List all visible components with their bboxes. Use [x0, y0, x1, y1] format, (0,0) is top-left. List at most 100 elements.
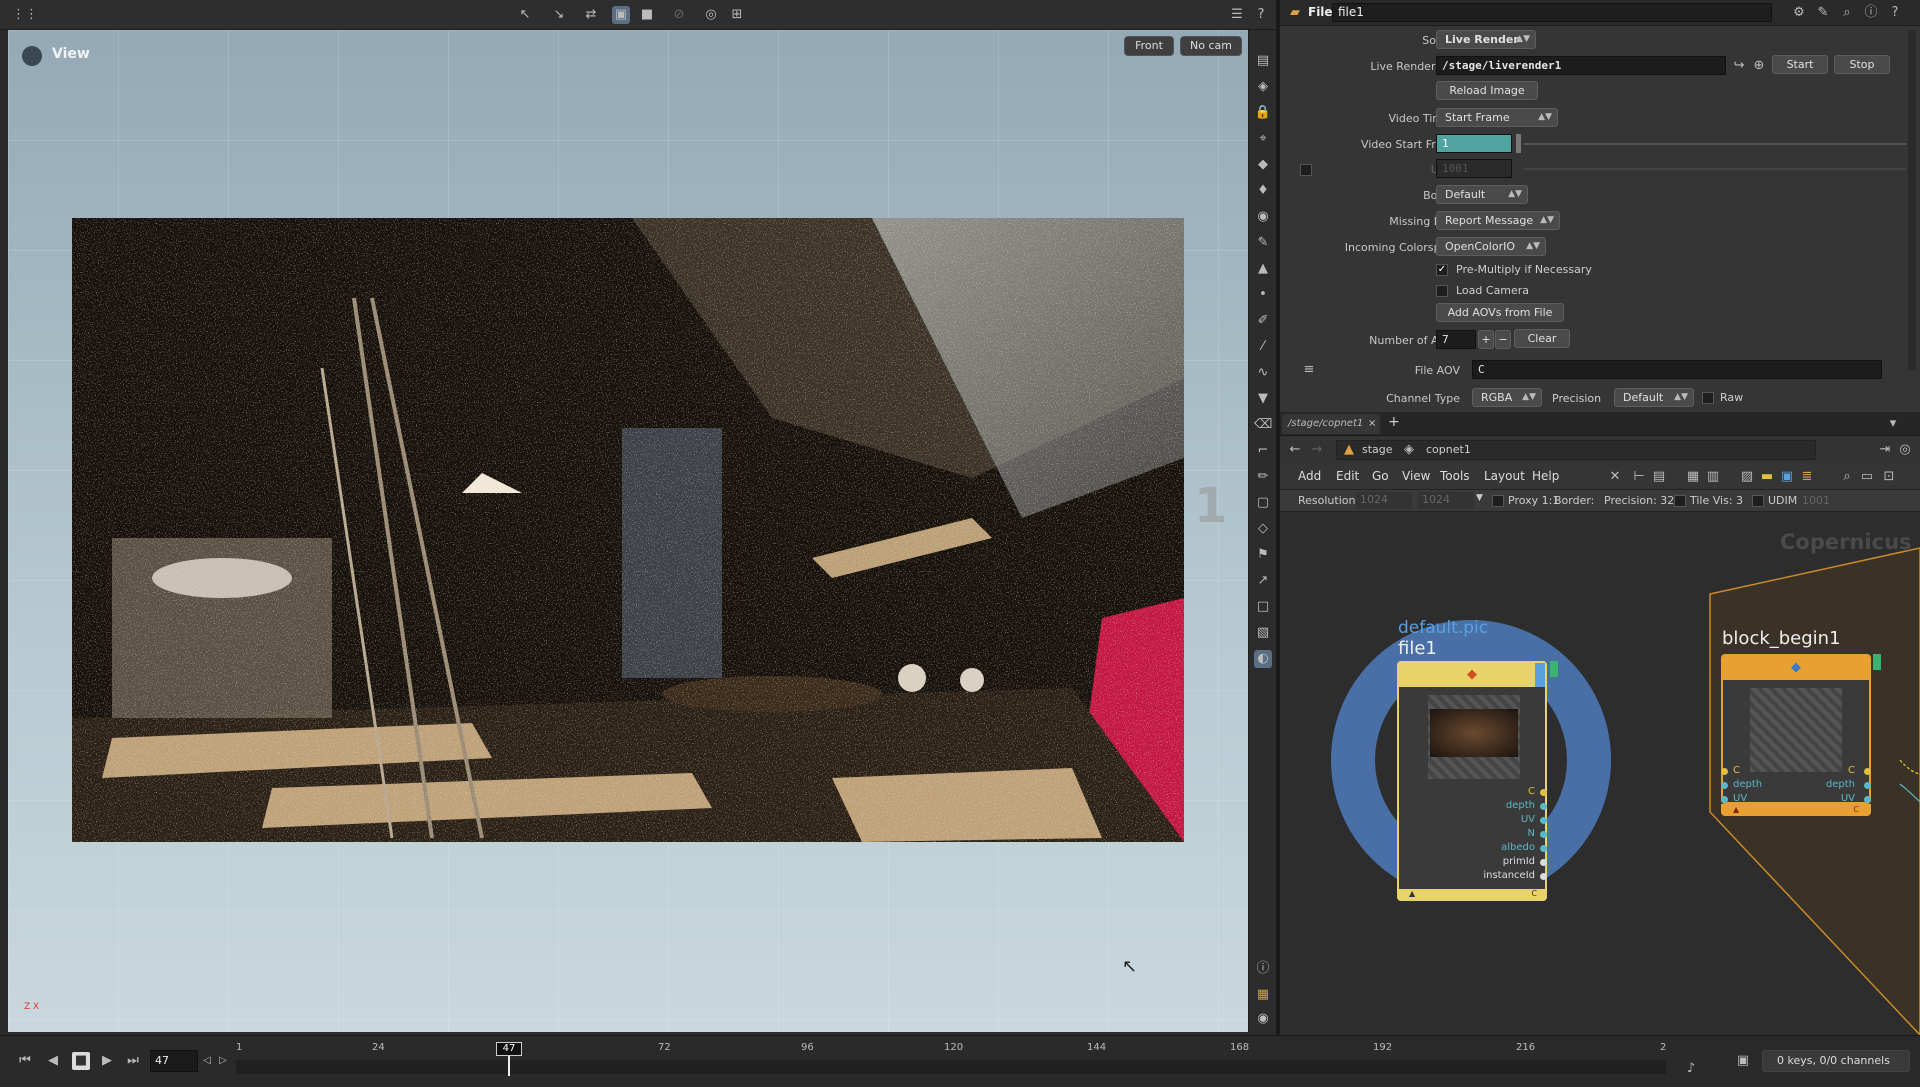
move-tool-icon[interactable]: ↘ [550, 6, 568, 24]
add-aovs-button[interactable]: Add AOVs from File [1436, 303, 1564, 322]
table-view-icon[interactable]: ▥ [1704, 468, 1722, 486]
file1-display-flag[interactable] [1535, 663, 1545, 687]
grid-view-icon[interactable]: ▦ [1684, 468, 1702, 486]
udim-info-checkbox[interactable] [1752, 495, 1764, 507]
jump-to-node-icon[interactable]: ↪ [1730, 57, 1748, 75]
apps-grid-icon[interactable]: ⋮⋮ [12, 6, 38, 24]
audio-icon[interactable]: ♪ [1682, 1060, 1700, 1078]
eye-icon[interactable]: ◉ [1254, 1010, 1272, 1028]
pin-icon[interactable]: ⌖ [1254, 130, 1272, 148]
stack-icon[interactable]: ≣ [1798, 468, 1816, 486]
pane-menu-icon[interactable]: ▾ [1884, 415, 1902, 433]
menu-tools[interactable]: Tools [1440, 469, 1470, 483]
bucket-icon[interactable]: ▼ [1254, 390, 1272, 408]
premultiply-checkbox[interactable]: ✓ [1436, 264, 1448, 276]
brush-icon[interactable]: ✎ [1254, 234, 1272, 252]
question-icon[interactable]: ? [1886, 4, 1904, 22]
reload-image-button[interactable]: Reload Image [1436, 81, 1538, 100]
list-icon[interactable]: ▤ [1650, 468, 1668, 486]
search-icon[interactable]: ⌕ [1838, 4, 1856, 22]
menu-edit[interactable]: Edit [1336, 469, 1359, 483]
block-input-uv[interactable] [1721, 796, 1728, 803]
play-icon[interactable]: ▶ [98, 1052, 116, 1070]
block-output-uv[interactable] [1864, 796, 1871, 803]
back-arrow-icon[interactable]: ← [1286, 441, 1304, 459]
help-icon[interactable]: ? [1252, 6, 1270, 24]
start-frame-field[interactable]: 1 [1436, 134, 1512, 153]
precision-menu[interactable]: Default ▲▼ [1614, 388, 1694, 407]
block-begin1-node[interactable]: ◆ C depth UV C depth UV [1721, 654, 1871, 804]
stamp-icon[interactable]: ▲ [1254, 260, 1272, 278]
channel-type-menu[interactable]: RGBA ▲▼ [1472, 388, 1542, 407]
file1-output-uv[interactable] [1540, 817, 1547, 824]
edit-icon[interactable]: ✏ [1254, 468, 1272, 486]
view-menu[interactable]: Front [1124, 36, 1174, 56]
colorspace-menu[interactable]: OpenColorIO ▲▼ [1436, 237, 1546, 256]
node-chooser-icon[interactable]: ⊕ [1750, 57, 1768, 75]
image-icon[interactable]: ▧ [1254, 624, 1272, 642]
arrow-tool-icon[interactable]: ↗ [1254, 572, 1272, 590]
zoom-icon[interactable]: ⌕ [1838, 468, 1856, 486]
raw-checkbox[interactable] [1702, 392, 1714, 404]
transform-tool-icon[interactable]: ⇄ [582, 6, 600, 24]
point-icon[interactable]: • [1254, 286, 1272, 304]
start-frame-slider-handle[interactable] [1516, 134, 1521, 153]
next-key-icon[interactable]: ▷ [214, 1052, 232, 1070]
gear-icon[interactable]: ⚙ [1790, 4, 1808, 22]
paint-icon[interactable]: ✎ [1814, 4, 1832, 22]
file-aov-field[interactable]: C [1472, 360, 1882, 379]
tree-icon[interactable]: ⊢ [1630, 468, 1648, 486]
box-icon[interactable]: □ [1254, 598, 1272, 616]
viewport[interactable]: View Front No cam 1 Z X ↖ [8, 30, 1248, 1032]
block-begin1-bypass-flag[interactable] [1873, 654, 1881, 670]
camera-icon[interactable]: ◉ [1254, 208, 1272, 226]
marker-icon[interactable]: ♦ [1254, 182, 1272, 200]
lock-icon[interactable]: 🔒 [1254, 104, 1272, 122]
current-frame-field[interactable]: 47 [150, 1050, 198, 1072]
tiles-icon[interactable]: ▦ [1254, 986, 1272, 1004]
stop-icon[interactable]: ■ [72, 1052, 90, 1070]
udim-slider[interactable] [1524, 168, 1906, 170]
frame-all-icon[interactable]: ▭ [1858, 468, 1876, 486]
stop-button[interactable]: Stop [1834, 55, 1890, 74]
display-options-icon[interactable]: ⊞ [728, 6, 746, 24]
keys-channels-status[interactable]: 0 keys, 0/0 channels [1762, 1050, 1910, 1072]
wrench-icon[interactable]: ✕ [1606, 468, 1624, 486]
border-menu[interactable]: Default ▲▼ [1436, 185, 1528, 204]
crop-icon[interactable]: ⌐ [1254, 442, 1272, 460]
start-frame-slider[interactable] [1524, 143, 1906, 145]
file1-output-depth[interactable] [1540, 803, 1547, 810]
load-camera-checkbox[interactable] [1436, 285, 1448, 297]
file1-output-primid[interactable] [1540, 859, 1547, 866]
menu-layout[interactable]: Layout [1484, 469, 1525, 483]
region-icon[interactable]: ■ [638, 6, 656, 24]
resolution-height[interactable]: 1024 [1418, 492, 1474, 509]
tilevis-checkbox[interactable] [1674, 495, 1686, 507]
menu-view[interactable]: View [1402, 469, 1430, 483]
layers-icon[interactable]: ◈ [1254, 78, 1272, 96]
file1-output-instanceid[interactable] [1540, 873, 1547, 880]
network-canvas[interactable]: Copernicus default.pic file1 ◆ C depth U… [1280, 512, 1920, 1035]
proxy-checkbox[interactable] [1492, 495, 1504, 507]
resolution-dropdown-icon[interactable]: ▼ [1476, 493, 1483, 503]
info-circle-icon[interactable]: ⓘ [1862, 4, 1880, 22]
select-tool-icon[interactable]: ↖ [516, 6, 534, 24]
viewer-settings-icon[interactable]: ☰ [1228, 6, 1246, 24]
light-icon[interactable]: ◆ [1254, 156, 1272, 174]
thumbnail-icon[interactable]: ▣ [1778, 468, 1796, 486]
view-tool-icon[interactable]: ▣ [612, 6, 630, 24]
timeline-slider[interactable] [236, 1060, 1666, 1074]
udim-field[interactable]: 1001 [1436, 159, 1512, 178]
link-icon[interactable]: ◎ [1896, 441, 1914, 459]
clear-aovs-button[interactable]: Clear [1514, 329, 1570, 348]
menu-add[interactable]: Add [1298, 469, 1321, 483]
jump-end-icon[interactable]: ⏭ [124, 1052, 142, 1070]
file1-output-c[interactable] [1540, 789, 1547, 796]
pin-pane-icon[interactable]: ⇥ [1876, 441, 1894, 459]
block-input-depth[interactable] [1721, 782, 1728, 789]
menu-go[interactable]: Go [1372, 469, 1389, 483]
playhead[interactable] [508, 1056, 510, 1076]
lop-path-field[interactable]: /stage/liverender1 [1436, 56, 1726, 75]
visibility-icon[interactable]: ◐ [1254, 650, 1272, 668]
resolution-width[interactable]: 1024 [1356, 492, 1412, 509]
